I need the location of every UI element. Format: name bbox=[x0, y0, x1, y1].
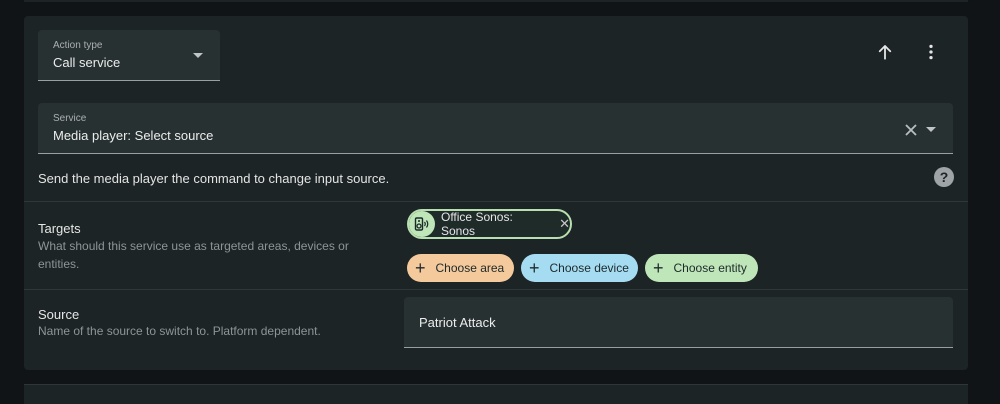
divider bbox=[24, 201, 968, 202]
speaker-icon bbox=[409, 211, 435, 237]
plus-icon: + bbox=[415, 258, 426, 278]
action-card: Action type Call service Service Media p… bbox=[24, 16, 968, 370]
divider bbox=[24, 289, 968, 290]
targets-description: What should this service use as targeted… bbox=[38, 239, 349, 271]
arrow-up-icon bbox=[878, 45, 892, 60]
plus-icon: + bbox=[529, 258, 540, 278]
service-select[interactable]: Service Media player: Select source bbox=[38, 103, 953, 154]
action-type-select[interactable]: Action type Call service bbox=[38, 30, 220, 81]
target-chip-label: Office Sonos: Sonos bbox=[440, 210, 513, 238]
service-label: Service bbox=[53, 113, 87, 124]
help-icon[interactable]: ? bbox=[934, 167, 954, 187]
clear-icon[interactable] bbox=[905, 124, 917, 136]
choose-device-label: Choose device bbox=[549, 261, 629, 275]
service-value: Media player: Select source bbox=[53, 128, 214, 143]
choose-area-label: Choose area bbox=[435, 261, 505, 275]
source-input[interactable]: Patriot Attack bbox=[404, 297, 953, 348]
service-description: Send the media player the command to cha… bbox=[38, 171, 390, 186]
close-icon[interactable]: ✕ bbox=[559, 216, 570, 232]
action-type-value: Call service bbox=[53, 55, 121, 70]
selected-target-chip[interactable]: Office Sonos: Sonos ✕ bbox=[407, 209, 572, 239]
choose-entity-label: Choose entity bbox=[673, 261, 747, 275]
more-options-button[interactable] bbox=[917, 38, 945, 66]
choose-device-button[interactable]: + Choose device bbox=[521, 254, 638, 282]
choose-entity-button[interactable]: + Choose entity bbox=[645, 254, 758, 282]
source-title: Source bbox=[38, 307, 80, 322]
source-value: Patriot Attack bbox=[419, 315, 496, 330]
choose-area-button[interactable]: + Choose area bbox=[407, 254, 514, 282]
plus-icon: + bbox=[653, 258, 664, 278]
action-type-label: Action type bbox=[53, 40, 103, 51]
source-description: Name of the source to switch to. Platfor… bbox=[38, 324, 321, 338]
dots-vertical-icon bbox=[929, 44, 933, 60]
previous-card-edge bbox=[24, 0, 968, 2]
chevron-down-icon bbox=[193, 53, 203, 58]
move-up-button[interactable] bbox=[871, 38, 899, 66]
next-action-card-edge bbox=[24, 384, 968, 404]
targets-title: Targets bbox=[38, 221, 81, 236]
chevron-down-icon bbox=[926, 127, 936, 132]
